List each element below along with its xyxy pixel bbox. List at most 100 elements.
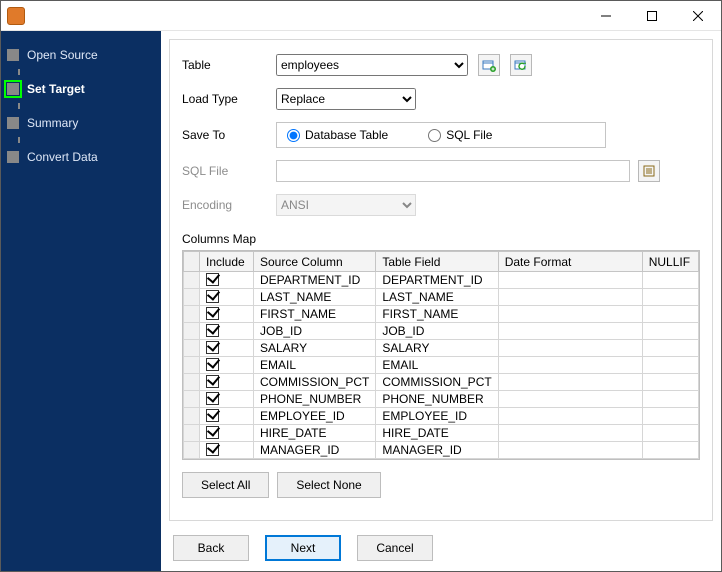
cell-table-field[interactable]: COMMISSION_PCT bbox=[376, 374, 498, 391]
cell-include[interactable] bbox=[200, 289, 254, 306]
header-include[interactable]: Include bbox=[200, 252, 254, 272]
header-source-column[interactable]: Source Column bbox=[254, 252, 376, 272]
header-nullif[interactable]: NULLIF bbox=[642, 252, 698, 272]
cell-include[interactable] bbox=[200, 408, 254, 425]
include-checkbox[interactable] bbox=[206, 290, 219, 303]
row-header[interactable] bbox=[184, 374, 200, 391]
table-row[interactable]: DEPARTMENT_IDDEPARTMENT_ID bbox=[184, 272, 699, 289]
include-checkbox[interactable] bbox=[206, 324, 219, 337]
cell-include[interactable] bbox=[200, 306, 254, 323]
row-header[interactable] bbox=[184, 340, 200, 357]
include-checkbox[interactable] bbox=[206, 409, 219, 422]
include-checkbox[interactable] bbox=[206, 375, 219, 388]
row-header[interactable] bbox=[184, 323, 200, 340]
cell-nullif[interactable] bbox=[642, 289, 698, 306]
cell-include[interactable] bbox=[200, 357, 254, 374]
table-row[interactable]: LAST_NAMELAST_NAME bbox=[184, 289, 699, 306]
include-checkbox[interactable] bbox=[206, 341, 219, 354]
refresh-table-icon[interactable] bbox=[510, 54, 532, 76]
table-row[interactable]: COMMISSION_PCTCOMMISSION_PCT bbox=[184, 374, 699, 391]
cell-table-field[interactable]: DEPARTMENT_ID bbox=[376, 272, 498, 289]
add-table-icon[interactable] bbox=[478, 54, 500, 76]
cell-date-format[interactable] bbox=[498, 357, 642, 374]
include-checkbox[interactable] bbox=[206, 307, 219, 320]
maximize-button[interactable] bbox=[629, 1, 675, 31]
cell-date-format[interactable] bbox=[498, 408, 642, 425]
table-row[interactable]: FIRST_NAMEFIRST_NAME bbox=[184, 306, 699, 323]
row-header[interactable] bbox=[184, 425, 200, 442]
cell-source-column[interactable]: FIRST_NAME bbox=[254, 306, 376, 323]
cell-source-column[interactable]: EMPLOYEE_ID bbox=[254, 408, 376, 425]
cell-source-column[interactable]: JOB_ID bbox=[254, 323, 376, 340]
cell-date-format[interactable] bbox=[498, 442, 642, 459]
cancel-button[interactable]: Cancel bbox=[357, 535, 433, 561]
back-button[interactable]: Back bbox=[173, 535, 249, 561]
include-checkbox[interactable] bbox=[206, 358, 219, 371]
cell-include[interactable] bbox=[200, 391, 254, 408]
cell-source-column[interactable]: COMMISSION_PCT bbox=[254, 374, 376, 391]
cell-table-field[interactable]: LAST_NAME bbox=[376, 289, 498, 306]
minimize-button[interactable] bbox=[583, 1, 629, 31]
cell-table-field[interactable]: FIRST_NAME bbox=[376, 306, 498, 323]
cell-include[interactable] bbox=[200, 323, 254, 340]
cell-include[interactable] bbox=[200, 374, 254, 391]
cell-date-format[interactable] bbox=[498, 425, 642, 442]
table-select[interactable]: employees bbox=[276, 54, 468, 76]
cell-nullif[interactable] bbox=[642, 323, 698, 340]
row-header[interactable] bbox=[184, 391, 200, 408]
wizard-step-summary[interactable]: Summary bbox=[7, 109, 161, 137]
cell-source-column[interactable]: PHONE_NUMBER bbox=[254, 391, 376, 408]
table-row[interactable]: EMPLOYEE_IDEMPLOYEE_ID bbox=[184, 408, 699, 425]
cell-source-column[interactable]: MANAGER_ID bbox=[254, 442, 376, 459]
table-row[interactable]: PHONE_NUMBERPHONE_NUMBER bbox=[184, 391, 699, 408]
table-row[interactable]: SALARYSALARY bbox=[184, 340, 699, 357]
row-header[interactable] bbox=[184, 306, 200, 323]
include-checkbox[interactable] bbox=[206, 443, 219, 456]
cell-date-format[interactable] bbox=[498, 289, 642, 306]
cell-source-column[interactable]: SALARY bbox=[254, 340, 376, 357]
radio-database-table[interactable]: Database Table bbox=[287, 128, 388, 142]
header-table-field[interactable]: Table Field bbox=[376, 252, 498, 272]
radio-sql-file-input[interactable] bbox=[428, 129, 441, 142]
header-date-format[interactable]: Date Format bbox=[498, 252, 642, 272]
wizard-step-convert-data[interactable]: Convert Data bbox=[7, 143, 161, 171]
cell-table-field[interactable]: EMPLOYEE_ID bbox=[376, 408, 498, 425]
cell-nullif[interactable] bbox=[642, 272, 698, 289]
cell-table-field[interactable]: HIRE_DATE bbox=[376, 425, 498, 442]
cell-table-field[interactable]: EMAIL bbox=[376, 357, 498, 374]
row-header[interactable] bbox=[184, 442, 200, 459]
table-row[interactable]: EMAILEMAIL bbox=[184, 357, 699, 374]
cell-include[interactable] bbox=[200, 425, 254, 442]
include-checkbox[interactable] bbox=[206, 392, 219, 405]
table-row[interactable]: MANAGER_IDMANAGER_ID bbox=[184, 442, 699, 459]
browse-file-icon[interactable] bbox=[638, 160, 660, 182]
cell-date-format[interactable] bbox=[498, 272, 642, 289]
radio-sql-file[interactable]: SQL File bbox=[428, 128, 492, 142]
cell-date-format[interactable] bbox=[498, 323, 642, 340]
cell-nullif[interactable] bbox=[642, 425, 698, 442]
cell-date-format[interactable] bbox=[498, 306, 642, 323]
cell-nullif[interactable] bbox=[642, 340, 698, 357]
row-header[interactable] bbox=[184, 272, 200, 289]
cell-date-format[interactable] bbox=[498, 374, 642, 391]
wizard-step-set-target[interactable]: Set Target bbox=[7, 75, 161, 103]
cell-table-field[interactable]: JOB_ID bbox=[376, 323, 498, 340]
loadtype-select[interactable]: Replace bbox=[276, 88, 416, 110]
cell-table-field[interactable]: MANAGER_ID bbox=[376, 442, 498, 459]
select-none-button[interactable]: Select None bbox=[277, 472, 380, 498]
cell-table-field[interactable]: PHONE_NUMBER bbox=[376, 391, 498, 408]
cell-source-column[interactable]: DEPARTMENT_ID bbox=[254, 272, 376, 289]
next-button[interactable]: Next bbox=[265, 535, 341, 561]
cell-table-field[interactable]: SALARY bbox=[376, 340, 498, 357]
close-button[interactable] bbox=[675, 1, 721, 31]
row-header[interactable] bbox=[184, 408, 200, 425]
cell-nullif[interactable] bbox=[642, 391, 698, 408]
row-header[interactable] bbox=[184, 289, 200, 306]
cell-include[interactable] bbox=[200, 272, 254, 289]
cell-include[interactable] bbox=[200, 442, 254, 459]
radio-database-table-input[interactable] bbox=[287, 129, 300, 142]
cell-source-column[interactable]: EMAIL bbox=[254, 357, 376, 374]
cell-include[interactable] bbox=[200, 340, 254, 357]
cell-nullif[interactable] bbox=[642, 374, 698, 391]
row-header[interactable] bbox=[184, 357, 200, 374]
